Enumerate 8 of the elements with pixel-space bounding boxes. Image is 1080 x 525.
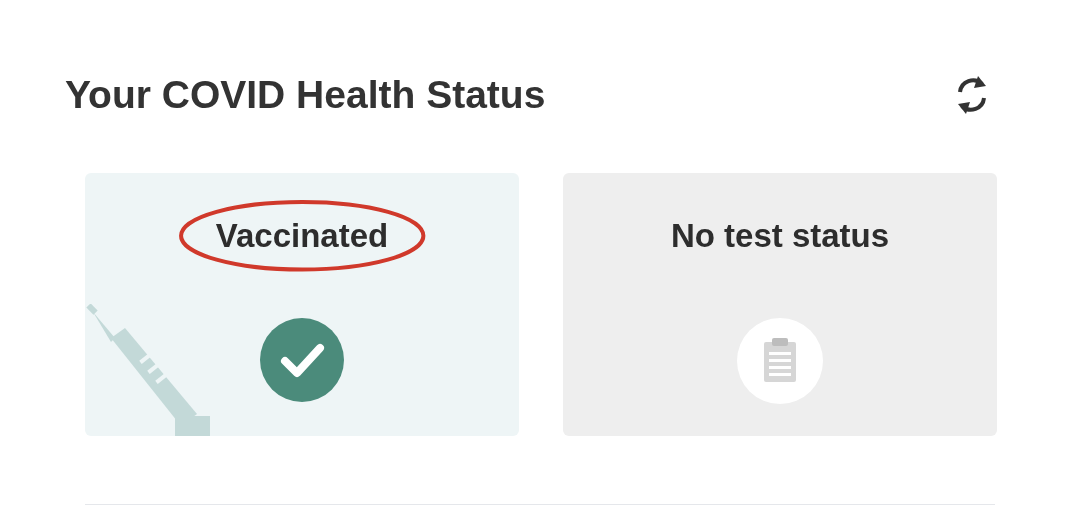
check-circle-icon xyxy=(260,318,344,402)
status-card[interactable]: No test status xyxy=(563,172,997,436)
status-label: No test status xyxy=(670,215,890,256)
page-title: Your COVID Health Status xyxy=(65,72,546,118)
status-card[interactable]: Vaccinated xyxy=(85,172,519,436)
syringe-icon xyxy=(85,303,210,436)
clipboard-icon xyxy=(737,318,823,404)
status-label: Vaccinated xyxy=(215,215,389,256)
